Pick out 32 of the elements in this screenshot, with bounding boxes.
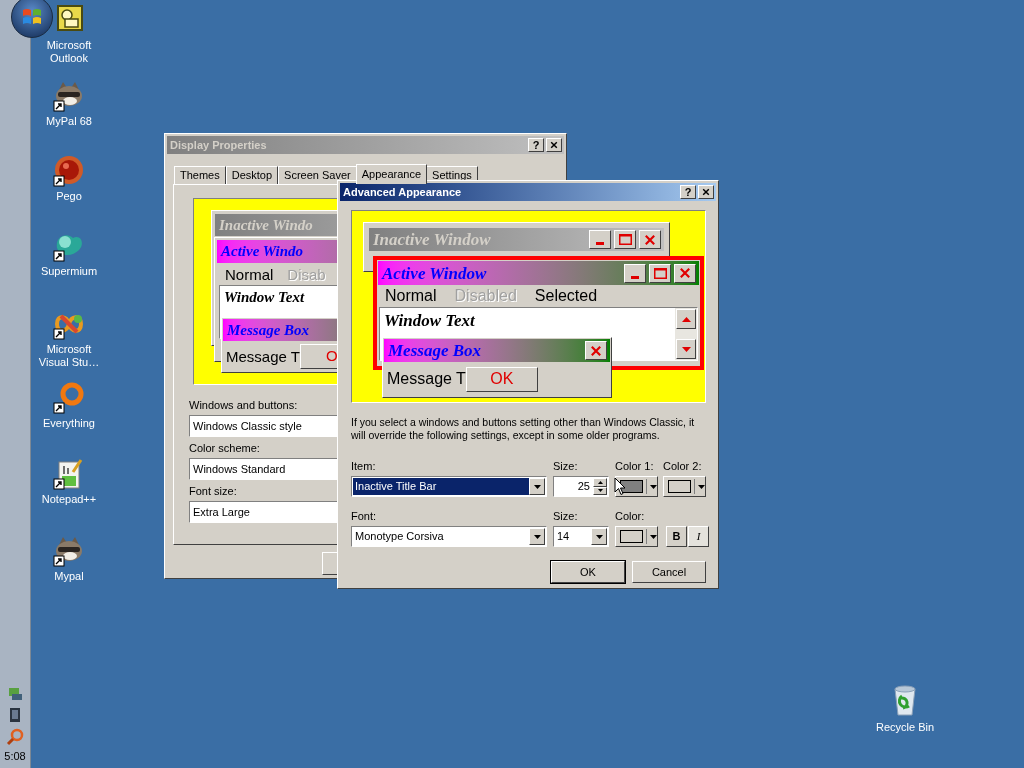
window-title: Advanced Appearance (342, 184, 463, 200)
window-title: Active Windo (219, 244, 305, 259)
message-text: Message T (226, 348, 300, 364)
window-title: Inactive Windo (218, 217, 314, 233)
icon-label: Pego (55, 190, 83, 203)
icon-label: Microsoft Outlook (45, 39, 93, 65)
icon-label: Supermium (39, 265, 99, 278)
field-label: Color 1: (615, 460, 655, 473)
field-label: Color 2: (663, 460, 703, 473)
window-title: Active Window (380, 264, 488, 282)
field-label: Font: (351, 510, 378, 523)
window-title: Display Properties (169, 137, 268, 153)
field-label: Windows and buttons: (189, 399, 298, 412)
field-label: Size: (553, 460, 579, 473)
field-label: Font size: (189, 485, 237, 498)
field-label: Color: (615, 510, 646, 523)
window-text: Window Text (384, 312, 475, 329)
window-text: Window Text (224, 290, 305, 305)
icon-label: Microsoft Visual Stu… (37, 343, 101, 369)
icon-label: Mypal (53, 570, 85, 583)
note-text: If you select a windows and buttons setting other than Windows Classic, it will override the following settings, except in some older programs. (351, 416, 696, 442)
icon-label: Notepad++ (40, 493, 98, 506)
window-title: Message Box (226, 322, 311, 338)
field-label: Size: (553, 510, 579, 523)
field-label: Color scheme: (189, 442, 260, 455)
icon-label: Everything (42, 417, 96, 430)
icon-label: MyPal 68 (45, 115, 93, 128)
message-text: Message T (387, 371, 466, 387)
window-title: Inactive Window (372, 231, 492, 248)
field-label: Item: (351, 460, 377, 473)
window-title: Message Box (387, 342, 483, 359)
icon-label: Recycle Bin (875, 721, 935, 734)
